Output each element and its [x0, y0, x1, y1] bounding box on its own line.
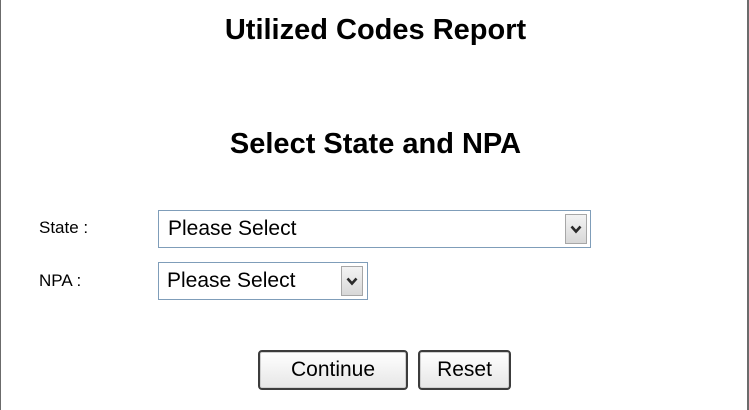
section-title: Select State and NPA — [229, 128, 522, 160]
chevron-down-icon[interactable] — [565, 214, 587, 244]
page-title: Utilized Codes Report — [224, 14, 527, 46]
state-select[interactable]: Please Select — [158, 210, 591, 248]
continue-button[interactable]: Continue — [258, 350, 408, 390]
state-label: State : — [39, 218, 89, 237]
npa-select[interactable]: Please Select — [158, 262, 368, 300]
page-frame: Utilized Codes Report Select State and N… — [0, 0, 749, 410]
npa-label: NPA : — [39, 271, 82, 290]
reset-button[interactable]: Reset — [418, 350, 511, 390]
chevron-down-icon-glyph — [570, 225, 582, 233]
chevron-down-icon-glyph — [346, 277, 358, 285]
npa-select-value: Please Select — [167, 269, 296, 292]
chevron-down-icon[interactable] — [341, 266, 363, 296]
state-select-value: Please Select — [168, 217, 297, 240]
